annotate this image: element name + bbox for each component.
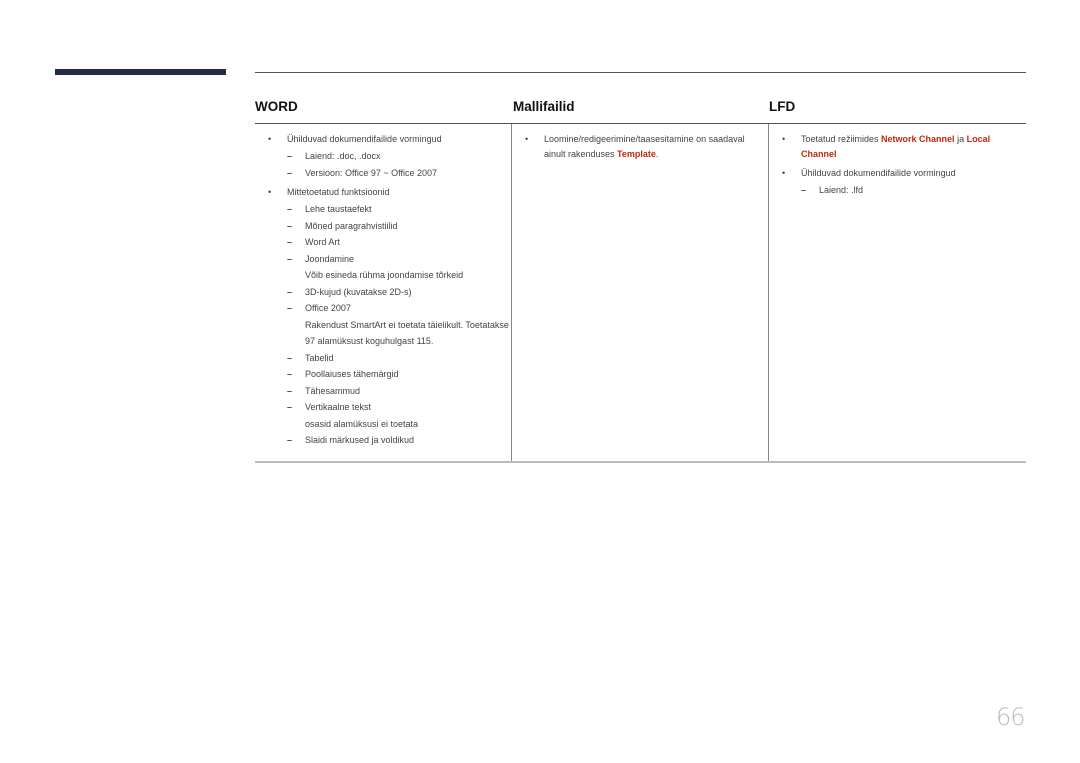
word-list: • Ühilduvad dokumendifailide vormingud – La… (255, 132, 511, 449)
sub-list: – Laiend: .lfd (801, 182, 1026, 199)
bullet-icon: • (782, 134, 786, 144)
dash-icon: – (287, 352, 293, 363)
sub-item: – Slaidi märkused ja voldikud (287, 432, 511, 449)
sub-item-text: Laiend: .lfd (819, 185, 864, 195)
dash-icon: – (287, 402, 293, 412)
dash-icon: – (287, 435, 293, 445)
dash-icon: – (801, 185, 807, 195)
item-text: Ühilduvad dokumendifailide vormingud (801, 168, 956, 178)
lfd-list: • Toetatud režiimides Network Channel ja… (769, 132, 1026, 199)
sub-list: – Laiend: .doc, .docx – Versioon: Office 97… (287, 148, 511, 181)
sub-item: – Vertikaalne tekst osasid alamüksusi ei t… (287, 399, 511, 432)
sub-item: – Joondamine Võib esineda rühma joondamise… (287, 251, 511, 284)
sub-item-text: Word Art (305, 237, 340, 247)
sub-list: – Lehe taustaefekt – Mõned paragrahvistiili… (287, 201, 511, 449)
lfd-column: • Toetatud režiimides Network Channel ja… (768, 124, 1026, 461)
template-highlight: Template (617, 149, 656, 159)
dash-icon: – (287, 204, 293, 214)
section-accent-bar (55, 69, 226, 75)
table-header-row: WORD Mallifailid LFD (255, 95, 1026, 124)
sub-item-text: Mõned paragrahvistiilid (305, 220, 398, 231)
page-number: 66 (996, 703, 1026, 731)
dash-icon: – (287, 167, 293, 178)
sub-item-text: Laiend: .doc, .docx (305, 151, 381, 161)
word-column: • Ühilduvad dokumendifailide vormingud – La… (255, 124, 511, 461)
sub-item: – Office 2007 Rakendust SmartArt ei toetat… (287, 300, 511, 350)
sub-item: – Tähesammud (287, 383, 511, 400)
sub-item-text: Versioon: Office 97 ~ Office 2007 (305, 167, 438, 178)
header-word: WORD (255, 99, 298, 114)
list-item: • Ühilduvad dokumendifailide vormingud –… (769, 166, 1026, 199)
list-item: • Loomine/redigeerimine/taasesitamine on… (512, 132, 768, 162)
sub-item-note: Võib esineda rühma joondamise tõrkeid (305, 270, 464, 280)
sub-item-text: Joondamine (305, 253, 355, 264)
sub-item: – Tabelid (287, 350, 511, 367)
dash-icon: – (287, 303, 293, 313)
dash-icon: – (287, 253, 293, 264)
bullet-icon: • (525, 134, 529, 144)
sub-item-text: 3D-kujud (kuvatakse 2D-s) (305, 286, 412, 297)
sub-item: – Mõned paragrahvistiilid (287, 218, 511, 235)
bullet-icon: • (782, 168, 786, 178)
sub-item-note: Rakendust SmartArt ei toetata täielikult… (305, 319, 509, 347)
item-text: Mittetoetatud funktsioonid (287, 187, 390, 197)
mallifailid-list: • Loomine/redigeerimine/taasesitamine on… (512, 132, 768, 162)
header-mallifailid: Mallifailid (513, 99, 575, 114)
list-item: • Ühilduvad dokumendifailide vormingud – La… (255, 132, 511, 181)
sub-item: – Poollaiuses tähemärgid (287, 366, 511, 383)
item-text-end: . (655, 149, 659, 159)
sub-item-text: Poollaiuses tähemärgid (305, 369, 399, 379)
list-item: • Toetatud režiimides Network Channel ja… (769, 132, 1026, 162)
dash-icon: – (287, 151, 293, 161)
list-item: • Mittetoetatud funktsioonid – Lehe taustae… (255, 185, 511, 449)
top-divider (255, 72, 1026, 73)
item-text: Ühilduvad dokumendifailide vormingud (287, 134, 442, 144)
network-channel-highlight: Network Channel (881, 134, 955, 144)
dash-icon: – (287, 369, 293, 379)
sub-item-text: Office 2007 (305, 303, 351, 313)
dash-icon: – (287, 237, 293, 247)
dash-icon: – (287, 220, 293, 231)
sub-item: – Word Art (287, 234, 511, 251)
dash-icon: – (287, 286, 293, 297)
sub-item-text: Tähesammud (305, 385, 361, 396)
sub-item-text: Slaidi märkused ja voldikud (305, 435, 415, 445)
sub-item: – Versioon: Office 97 ~ Office 2007 (287, 165, 511, 182)
item-text-mid: ja (954, 134, 967, 144)
item-text: Toetatud režiimides (801, 134, 882, 144)
sub-item: – 3D-kujud (kuvatakse 2D-s) (287, 284, 511, 301)
sub-item: – Laiend: .lfd (801, 182, 1026, 199)
sub-item-note: osasid alamüksusi ei toetata (305, 418, 419, 429)
sub-item: – Lehe taustaefekt (287, 201, 511, 218)
sub-item-text: Vertikaalne tekst (305, 402, 372, 412)
bullet-icon: • (268, 187, 272, 197)
mallifailid-column: • Loomine/redigeerimine/taasesitamine on… (511, 124, 768, 461)
sub-item: – Laiend: .doc, .docx (287, 148, 511, 165)
bullet-icon: • (268, 134, 272, 144)
dash-icon: – (287, 385, 293, 396)
file-format-table: WORD Mallifailid LFD • Ühilduvad dokumend… (255, 95, 1026, 463)
table-body-row: • Ühilduvad dokumendifailide vormingud – La… (255, 124, 1026, 463)
header-lfd: LFD (769, 99, 796, 114)
sub-item-text: Lehe taustaefekt (305, 204, 372, 214)
sub-item-text: Tabelid (305, 352, 334, 363)
